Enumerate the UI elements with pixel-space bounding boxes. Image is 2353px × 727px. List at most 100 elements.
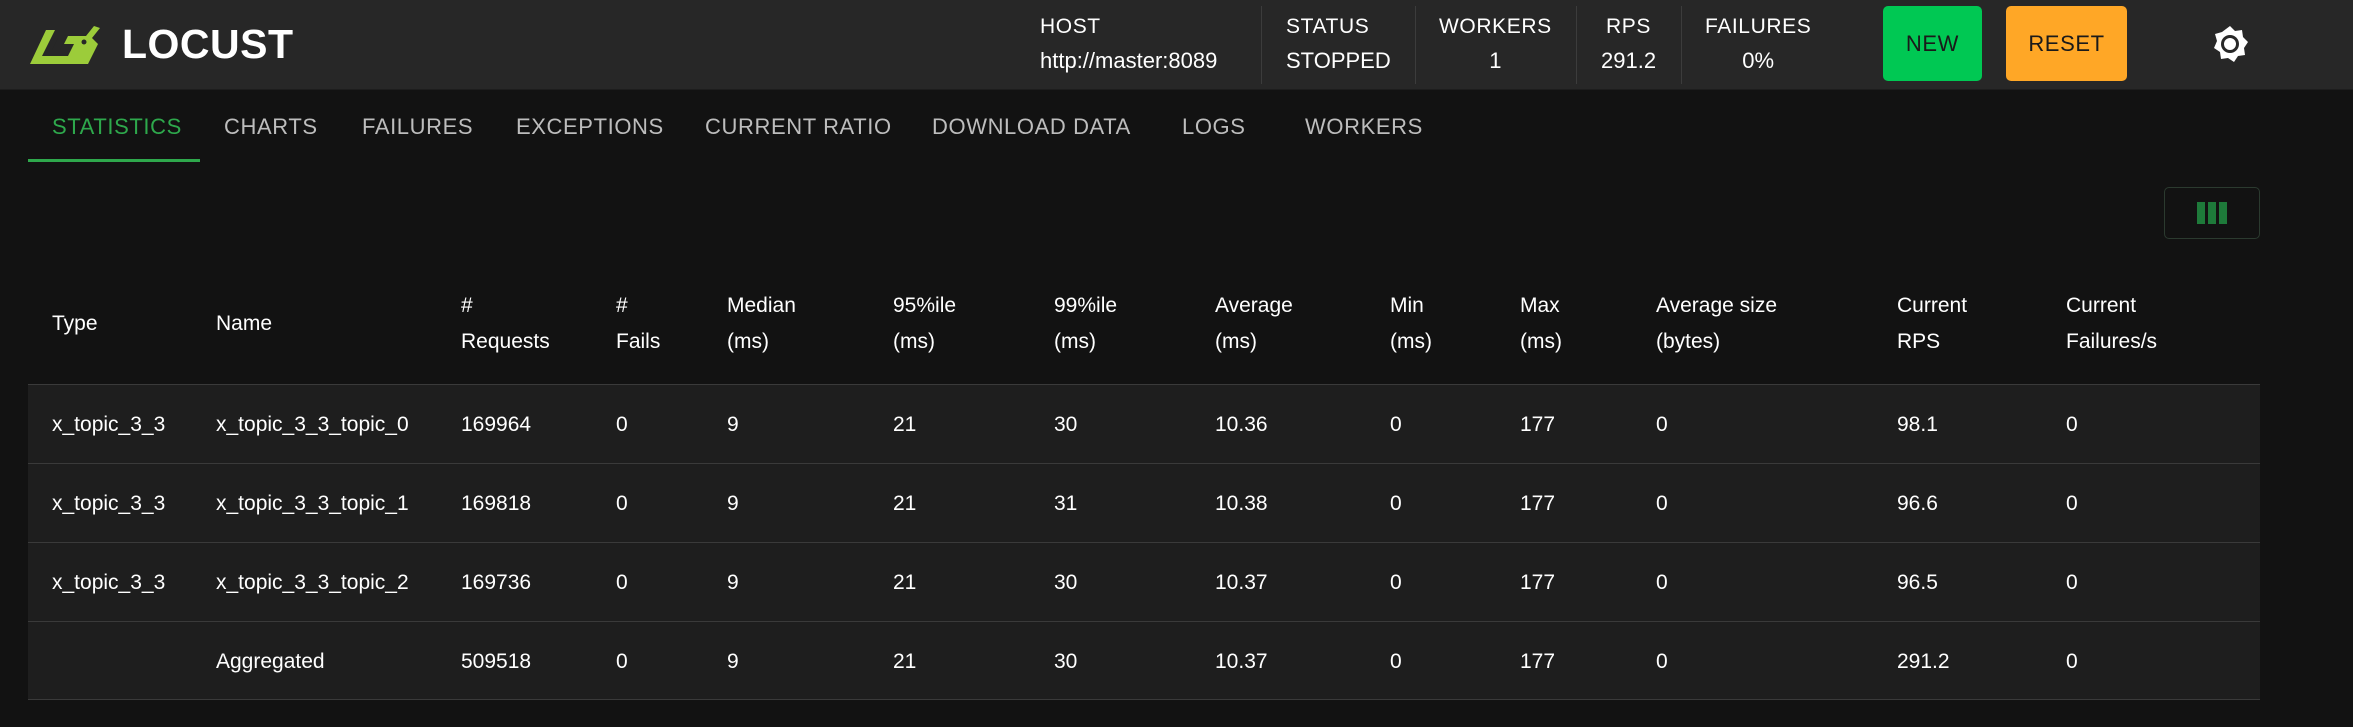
tab-failures[interactable]: FAILURES <box>362 100 473 162</box>
column-header[interactable]: Average (ms) <box>1215 288 1293 360</box>
column-header-line: Current <box>2066 294 2137 317</box>
column-header-line: 99%ile <box>1054 294 1118 317</box>
tab-logs[interactable]: LOGS <box>1182 100 1246 162</box>
table-cell: 0 <box>1390 571 1402 594</box>
column-header[interactable]: # Requests <box>461 288 550 360</box>
table-cell: x_topic_3_3 <box>52 492 166 515</box>
column-header-line: # <box>616 294 628 317</box>
active-tab-indicator <box>28 159 200 162</box>
column-header-line: Type <box>52 312 98 335</box>
aggregated-row: Aggregated 509518 0 9 21 30 10.37 0 177 0 291.2 0 <box>28 621 2260 700</box>
column-header-line: Min <box>1390 294 1424 317</box>
table-row: x_topic_3_3 x_topic_3_3_topic_1 169818 0 9 21… <box>28 463 2260 542</box>
table-cell: x_topic_3_3_topic_0 <box>216 413 409 436</box>
table-cell: 0 <box>2066 492 2078 515</box>
column-header[interactable]: 99%ile (ms) <box>1054 288 1117 360</box>
failures-stat: FAILURES 0% <box>1705 7 1811 81</box>
table-cell: 9 <box>727 492 739 515</box>
column-header[interactable]: # Fails <box>616 288 660 360</box>
host-label: HOST <box>1040 15 1101 38</box>
table-cell: x_topic_3_3 <box>52 413 166 436</box>
table-cell: 0 <box>2066 650 2078 673</box>
table-cell: 169964 <box>461 413 532 436</box>
column-header-line: Average size <box>1656 294 1778 317</box>
column-selector-button[interactable] <box>2164 187 2260 239</box>
table-cell: 509518 <box>461 650 532 673</box>
table-cell: 0 <box>1656 492 1668 515</box>
tab-workers[interactable]: WORKERS <box>1305 100 1423 162</box>
table-cell: 0 <box>1390 492 1402 515</box>
table-cell: 98.1 <box>1897 413 1938 436</box>
brightness-icon[interactable] <box>2208 22 2252 66</box>
divider <box>1681 6 1682 84</box>
table-cell: 0 <box>2066 413 2078 436</box>
reset-stats-button[interactable]: RESET <box>2006 6 2127 81</box>
table-cell: 9 <box>727 571 739 594</box>
column-header-line: Median <box>727 294 796 317</box>
tab-download-data[interactable]: DOWNLOAD DATA <box>932 100 1131 162</box>
column-header-line: # <box>461 294 473 317</box>
table-cell: 177 <box>1520 492 1556 515</box>
table-cell: 0 <box>616 571 628 594</box>
table-cell: 10.38 <box>1215 492 1268 515</box>
host-stat: HOST http://master:8089 <box>1040 7 1217 81</box>
table-cell: 0 <box>1656 413 1668 436</box>
column-header-line: (ms) <box>1215 330 1257 353</box>
table-cell: 0 <box>616 650 628 673</box>
table-cell: 0 <box>1390 413 1402 436</box>
column-header-line: Failures/s <box>2066 330 2158 353</box>
table-cell: 9 <box>727 413 739 436</box>
table-cell: 177 <box>1520 413 1556 436</box>
table-cell: 0 <box>1390 650 1402 673</box>
tab-current-ratio[interactable]: CURRENT RATIO <box>705 100 892 162</box>
table-cell: 10.37 <box>1215 571 1268 594</box>
table-cell: 21 <box>893 650 917 673</box>
table-cell: 21 <box>893 413 917 436</box>
table-cell: 169736 <box>461 571 532 594</box>
table-cell: 10.37 <box>1215 650 1268 673</box>
table-row: x_topic_3_3 x_topic_3_3_topic_2 169736 0 9 21… <box>28 542 2260 621</box>
table-cell: Aggregated <box>216 650 325 673</box>
column-header[interactable]: Max (ms) <box>1520 288 1562 360</box>
statistics-table: Type Name # Requests # Fails Median (ms) 95%ile (… <box>28 272 2260 700</box>
table-cell: 10.36 <box>1215 413 1268 436</box>
column-header-line: Max <box>1520 294 1560 317</box>
column-header[interactable]: Type <box>52 306 98 342</box>
table-cell: 21 <box>893 571 917 594</box>
workers-label: WORKERS <box>1439 15 1552 38</box>
column-header[interactable]: Current Failures/s <box>2066 288 2157 360</box>
column-header-line: RPS <box>1897 330 1941 353</box>
table-cell: 21 <box>893 492 917 515</box>
status-value: STOPPED <box>1286 48 1391 73</box>
top-app-bar: LOCUST HOST http://master:8089 STATUS ST… <box>0 0 2353 90</box>
table-cell: 30 <box>1054 650 1078 673</box>
column-header[interactable]: Median (ms) <box>727 288 796 360</box>
column-header-line: (ms) <box>1054 330 1096 353</box>
tab-exceptions[interactable]: EXCEPTIONS <box>516 100 664 162</box>
status-stat: STATUS STOPPED <box>1286 7 1391 81</box>
tab-charts[interactable]: CHARTS <box>224 100 318 162</box>
table-cell: 177 <box>1520 571 1556 594</box>
app-name: LOCUST <box>122 21 294 67</box>
column-header[interactable]: 95%ile (ms) <box>893 288 956 360</box>
failures-label: FAILURES <box>1705 15 1812 38</box>
table-cell: 9 <box>727 650 739 673</box>
table-body: x_topic_3_3 x_topic_3_3_topic_0 169964 0 9 21… <box>28 384 2260 700</box>
table-cell: 291.2 <box>1897 650 1950 673</box>
rps-value: 291.2 <box>1601 48 1657 73</box>
table-header: Type Name # Requests # Fails Median (ms) 95%ile (… <box>28 272 2260 384</box>
failures-value: 0% <box>1742 48 1775 73</box>
logo[interactable]: LOCUST <box>28 22 294 66</box>
table-cell: 177 <box>1520 650 1556 673</box>
divider <box>1415 6 1416 84</box>
column-header[interactable]: Min (ms) <box>1390 288 1432 360</box>
status-label: STATUS <box>1286 15 1370 38</box>
tab-statistics[interactable]: STATISTICS <box>52 100 182 162</box>
table-cell: 0 <box>2066 571 2078 594</box>
divider <box>1261 6 1262 84</box>
new-test-button[interactable]: NEW <box>1883 6 1982 81</box>
column-header[interactable]: Current RPS <box>1897 288 1967 360</box>
table-cell: 0 <box>1656 650 1668 673</box>
column-header[interactable]: Name <box>216 306 272 342</box>
column-header[interactable]: Average size (bytes) <box>1656 288 1777 360</box>
